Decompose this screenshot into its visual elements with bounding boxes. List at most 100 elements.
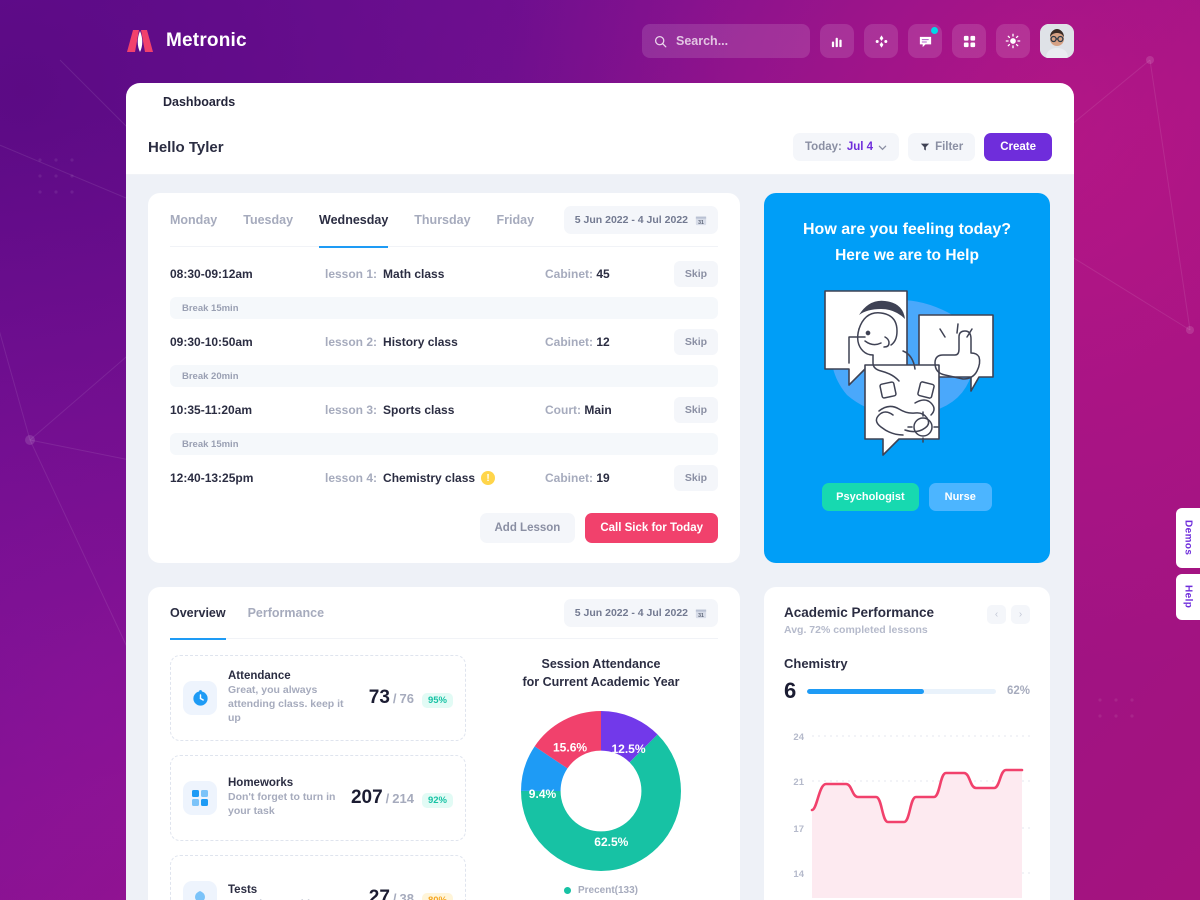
tab-overview[interactable]: Overview	[170, 587, 226, 640]
call-sick-button[interactable]: Call Sick for Today	[585, 513, 718, 543]
academic-header: Academic Performance Avg. 72% completed …	[784, 605, 1030, 636]
schedule-card: Monday Tuesday Wednesday Thursday Friday…	[148, 193, 740, 563]
stat-separator: /	[392, 891, 397, 900]
overview-card: Overview Performance 5 Jun 2022 - 4 Jul …	[148, 587, 740, 900]
notification-dot	[931, 27, 938, 34]
stat-total: 76	[399, 691, 414, 706]
side-tab-help[interactable]: Help	[1176, 574, 1200, 620]
legend-swatch	[563, 887, 571, 895]
lesson-name: lesson 1: Math class	[325, 267, 545, 281]
brand-logo[interactable]: Metronic	[125, 28, 247, 54]
avatar[interactable]	[1040, 24, 1074, 58]
day-tab-thursday[interactable]: Thursday	[414, 193, 470, 247]
filter-button[interactable]: Filter	[908, 133, 976, 161]
donut-chart-svg: 12.5% 62.5% 9.4% 15.6%	[521, 711, 681, 872]
schedule-break-row: Break 15min	[170, 433, 718, 455]
stat-list: Attendance Great, you always attending c…	[170, 655, 466, 900]
schedule-date-range[interactable]: 5 Jun 2022 - 4 Jul 2022 31	[563, 205, 718, 234]
academic-subject: Chemistry	[784, 656, 848, 671]
stat-description: Great, you always attending class. keep …	[228, 684, 344, 724]
app-header: Metronic Search...	[0, 0, 1200, 82]
svg-text:31: 31	[698, 219, 704, 225]
academic-subtitle: Avg. 72% completed lessons	[784, 624, 928, 636]
stat-values: 73 / 76 95%	[369, 687, 453, 709]
content-row-bottom: Overview Performance 5 Jun 2022 - 4 Jul …	[148, 587, 1052, 900]
stat-description: Don't forget to turn in your task	[228, 791, 336, 817]
lesson-location: Court: Main	[545, 403, 674, 417]
lesson-index-label: lesson 2:	[325, 335, 378, 349]
nav-tab-dashboards[interactable]: Dashboards	[142, 83, 257, 120]
lesson-index-label: lesson 4:	[325, 471, 378, 485]
stat-text: Homeworks Don't forget to turn in your t…	[228, 777, 340, 819]
stat-title: Tests	[228, 884, 258, 897]
create-button[interactable]: Create	[984, 133, 1052, 161]
academic-title: Academic Performance	[784, 605, 935, 620]
schedule-lesson-row[interactable]: 10:35-11:20am lesson 3: Sports class Cou…	[170, 389, 718, 431]
overview-date-range[interactable]: 5 Jun 2022 - 4 Jul 2022 31	[563, 598, 718, 627]
grid-squares-icon[interactable]	[952, 24, 986, 58]
lesson-index-label: lesson 1:	[325, 267, 378, 281]
stat-card-attendance[interactable]: Attendance Great, you always attending c…	[170, 655, 466, 741]
sun-theme-icon[interactable]	[996, 24, 1030, 58]
stat-values: 207 / 214 92%	[351, 787, 453, 809]
schedule-lesson-row[interactable]: 08:30-09:12am lesson 1: Math class Cabin…	[170, 253, 718, 295]
chevron-left-icon[interactable]: ‹	[987, 605, 1006, 624]
search-input[interactable]: Search...	[642, 24, 810, 58]
psychologist-button[interactable]: Psychologist	[822, 483, 919, 511]
help-card-title: How are you feeling today?	[802, 221, 1012, 238]
schedule-date-range-label: 5 Jun 2022 - 4 Jul 2022	[574, 213, 688, 226]
dashboard-content: Monday Tuesday Wednesday Thursday Friday…	[126, 175, 1074, 900]
academic-score: 6	[784, 678, 797, 703]
nurse-button[interactable]: Nurse	[928, 483, 992, 511]
lesson-location-value: 12	[596, 335, 610, 349]
skip-button[interactable]: Skip	[674, 329, 718, 355]
help-card-buttons: Psychologist Nurse	[822, 483, 992, 511]
day-tab-friday[interactable]: Friday	[497, 193, 535, 247]
skip-button[interactable]: Skip	[674, 397, 718, 423]
stat-card-tests[interactable]: Tests You take 12 subjects at 27 / 38 80…	[170, 855, 466, 900]
academic-score-row: 6 62%	[784, 678, 1030, 704]
avatar-image	[1040, 24, 1074, 58]
academic-progress-bar	[807, 688, 996, 694]
academic-performance-card: Academic Performance Avg. 72% completed …	[764, 587, 1050, 900]
stat-card-homeworks[interactable]: Homeworks Don't forget to turn in your t…	[170, 755, 466, 841]
chart-bars-icon[interactable]	[820, 24, 854, 58]
nav-tab-pages[interactable]: Pages	[260, 83, 340, 120]
nav-tab-help[interactable]: Help	[420, 83, 490, 120]
lesson-location: Cabinet: 12	[545, 335, 674, 349]
svg-text:31: 31	[698, 612, 704, 618]
donut-label-illness: 9.4%	[529, 787, 557, 801]
day-tab-wednesday[interactable]: Wednesday	[319, 193, 389, 248]
day-tab-monday[interactable]: Monday	[170, 193, 217, 247]
overview-date-range-label: 5 Jun 2022 - 4 Jul 2022	[574, 606, 688, 619]
stat-value: 73	[368, 687, 390, 708]
stat-values: 27 / 38 80%	[369, 887, 453, 900]
skip-button[interactable]: Skip	[674, 261, 718, 287]
day-tab-tuesday[interactable]: Tuesday	[243, 193, 293, 247]
stat-text: Tests You take 12 subjects at	[228, 884, 346, 900]
stat-badge: 95%	[421, 693, 453, 708]
help-card-subtitle: Here we are to Help	[835, 247, 979, 264]
y-tick-24: 24	[793, 732, 804, 743]
y-tick-14: 14	[793, 869, 804, 880]
schedule-lesson-row[interactable]: 09:30-10:50am lesson 2: History class Ca…	[170, 321, 718, 363]
chat-bubble-icon[interactable]	[908, 24, 942, 58]
legend-label: Precent(133)	[577, 885, 639, 897]
sparkle-diamond-icon[interactable]	[864, 24, 898, 58]
chevron-right-icon[interactable]: ›	[1011, 605, 1030, 624]
schedule-lesson-row[interactable]: 12:40-13:25pm lesson 4: Chemistry class …	[170, 457, 718, 499]
skip-button[interactable]: Skip	[674, 465, 718, 491]
add-lesson-button[interactable]: Add Lesson	[479, 513, 576, 543]
stat-value: 27	[368, 887, 390, 900]
filter-label: Filter	[935, 141, 964, 153]
stat-badge: 92%	[421, 793, 453, 808]
nav-tab-apps[interactable]: Apps	[343, 83, 417, 120]
metronic-m-logo-icon	[127, 30, 153, 52]
side-tab-demos[interactable]: Demos	[1176, 508, 1200, 568]
brand-name: Metronic	[166, 30, 247, 51]
lesson-location-label: Cabinet:	[545, 471, 593, 485]
tab-performance[interactable]: Performance	[248, 587, 324, 639]
today-date-picker[interactable]: Today: Jul 4	[793, 133, 900, 161]
academic-nav: ‹ ›	[987, 605, 1030, 624]
lesson-location-value: 19	[596, 471, 610, 485]
